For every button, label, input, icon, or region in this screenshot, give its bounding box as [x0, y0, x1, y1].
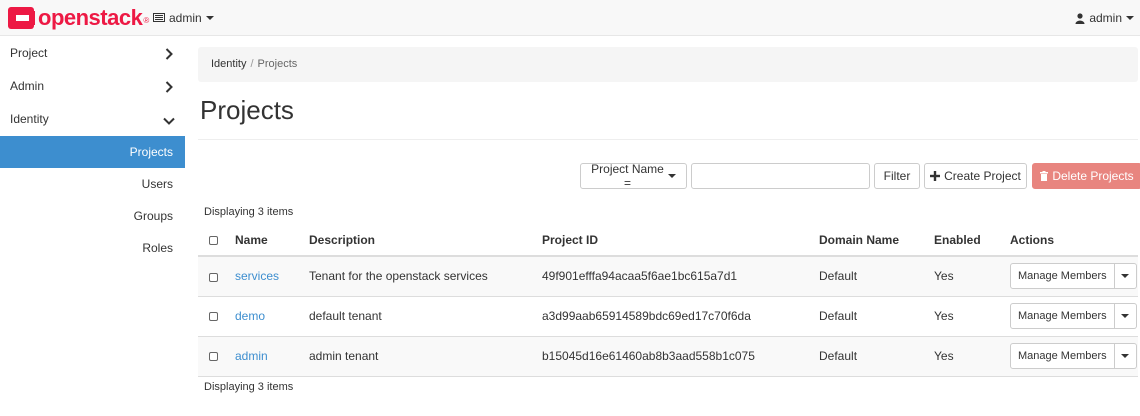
row-actions: Manage Members	[1010, 303, 1137, 329]
row-actions-dropdown[interactable]	[1114, 263, 1137, 290]
breadcrumb-separator: /	[250, 58, 254, 70]
chevron-right-icon	[165, 48, 173, 60]
column-header-description[interactable]: Description	[309, 224, 542, 257]
openstack-logo-mark-icon	[8, 7, 35, 29]
project-switcher-label: admin	[169, 11, 202, 25]
manage-members-button[interactable]: Manage Members	[1010, 263, 1115, 290]
chevron-down-icon	[205, 16, 214, 20]
display-count-top: Displaying 3 items	[204, 206, 294, 218]
top-navbar: openstack ® admin admin	[0, 0, 1140, 36]
chevron-down-icon	[668, 174, 676, 178]
delete-projects-label: Delete Projects	[1052, 169, 1134, 183]
project-id: 49f901efffa94acaa5f6ae1bc615a7d1	[542, 256, 819, 297]
sidebar-item-groups[interactable]: Groups	[0, 200, 185, 232]
select-all-checkbox[interactable]	[209, 235, 218, 245]
chevron-down-icon	[1126, 16, 1134, 20]
column-header-domain-name[interactable]: Domain Name	[819, 224, 934, 257]
chevron-down-icon	[1121, 274, 1130, 279]
plus-icon	[930, 171, 941, 181]
project-switcher[interactable]: admin	[153, 11, 214, 25]
brand-registered-mark: ®	[143, 16, 150, 25]
sidebar: Project Admin Identity Projects Users Gr…	[0, 37, 185, 264]
sidebar-group-label: Identity	[10, 112, 49, 126]
openstack-logo[interactable]: openstack ®	[8, 5, 150, 30]
column-header-actions: Actions	[1010, 224, 1138, 257]
chevron-right-icon	[165, 81, 173, 93]
project-domain: Default	[819, 336, 934, 377]
title-divider	[198, 139, 1138, 140]
monitor-icon	[153, 13, 165, 22]
projects-table: Name Description Project ID Domain Name …	[198, 224, 1138, 377]
sidebar-item-projects[interactable]: Projects	[0, 136, 185, 168]
trash-icon	[1040, 171, 1049, 181]
breadcrumb: Identity / Projects	[198, 47, 1138, 82]
filter-field-label: Project Name =	[591, 162, 664, 190]
project-domain: Default	[819, 256, 934, 297]
table-header-row: Name Description Project ID Domain Name …	[198, 224, 1138, 257]
row-checkbox[interactable]	[209, 312, 218, 322]
row-checkbox[interactable]	[209, 272, 218, 282]
row-actions-dropdown[interactable]	[1114, 343, 1137, 369]
row-actions: Manage Members	[1010, 343, 1137, 369]
page-title: Projects	[200, 95, 294, 125]
delete-projects-button[interactable]: Delete Projects	[1032, 163, 1140, 189]
table-row: services Tenant for the openstack servic…	[198, 256, 1138, 297]
sidebar-group-identity[interactable]: Identity	[0, 103, 185, 136]
project-description: default tenant	[309, 296, 542, 337]
sidebar-item-users[interactable]: Users	[0, 168, 185, 200]
sidebar-group-project[interactable]: Project	[0, 37, 185, 70]
row-checkbox[interactable]	[209, 352, 218, 362]
row-actions: Manage Members	[1010, 263, 1137, 290]
breadcrumb-current: Projects	[257, 58, 298, 70]
display-count-bottom: Displaying 3 items	[204, 381, 294, 393]
project-domain: Default	[819, 296, 934, 337]
sidebar-item-roles[interactable]: Roles	[0, 232, 185, 264]
create-project-button[interactable]: Create Project	[924, 163, 1027, 189]
user-menu[interactable]: admin	[1075, 11, 1134, 25]
project-enabled: Yes	[934, 256, 1010, 297]
project-id: a3d99aab65914589bdc69ed17c70f6da	[542, 296, 819, 337]
table-row: admin admin tenant b15045d16e61460ab8b3a…	[198, 336, 1138, 377]
column-header-enabled[interactable]: Enabled	[934, 224, 1010, 257]
chevron-down-icon	[163, 117, 175, 125]
manage-members-button[interactable]: Manage Members	[1010, 343, 1115, 369]
search-input[interactable]	[691, 163, 870, 189]
table-row: demo default tenant a3d99aab65914589bdc6…	[198, 296, 1138, 337]
column-header-name[interactable]: Name	[235, 224, 309, 257]
chevron-down-icon	[1121, 314, 1130, 318]
table-toolbar: Project Name = Filter Create Project Del…	[580, 162, 1140, 190]
manage-members-button[interactable]: Manage Members	[1010, 303, 1115, 329]
project-name-link[interactable]: admin	[235, 349, 268, 363]
column-header-project-id[interactable]: Project ID	[542, 224, 819, 257]
project-enabled: Yes	[934, 336, 1010, 377]
project-name-link[interactable]: demo	[235, 309, 265, 323]
breadcrumb-root[interactable]: Identity	[211, 58, 246, 70]
sidebar-group-admin[interactable]: Admin	[0, 70, 185, 103]
sidebar-group-label: Admin	[10, 79, 45, 93]
project-id: b15045d16e61460ab8b3aad558b1c075	[542, 336, 819, 377]
row-actions-dropdown[interactable]	[1114, 303, 1137, 329]
filter-button[interactable]: Filter	[874, 163, 920, 189]
user-menu-label: admin	[1089, 11, 1122, 25]
chevron-down-icon	[1121, 354, 1130, 358]
filter-field-select[interactable]: Project Name =	[580, 162, 687, 190]
project-name-link[interactable]: services	[235, 269, 279, 283]
project-description: admin tenant	[309, 336, 542, 377]
project-enabled: Yes	[934, 296, 1010, 337]
user-icon	[1075, 12, 1085, 24]
sidebar-group-label: Project	[10, 46, 48, 60]
brand-name: openstack	[38, 5, 143, 30]
project-description: Tenant for the openstack services	[309, 256, 542, 297]
create-project-label: Create Project	[944, 169, 1021, 183]
